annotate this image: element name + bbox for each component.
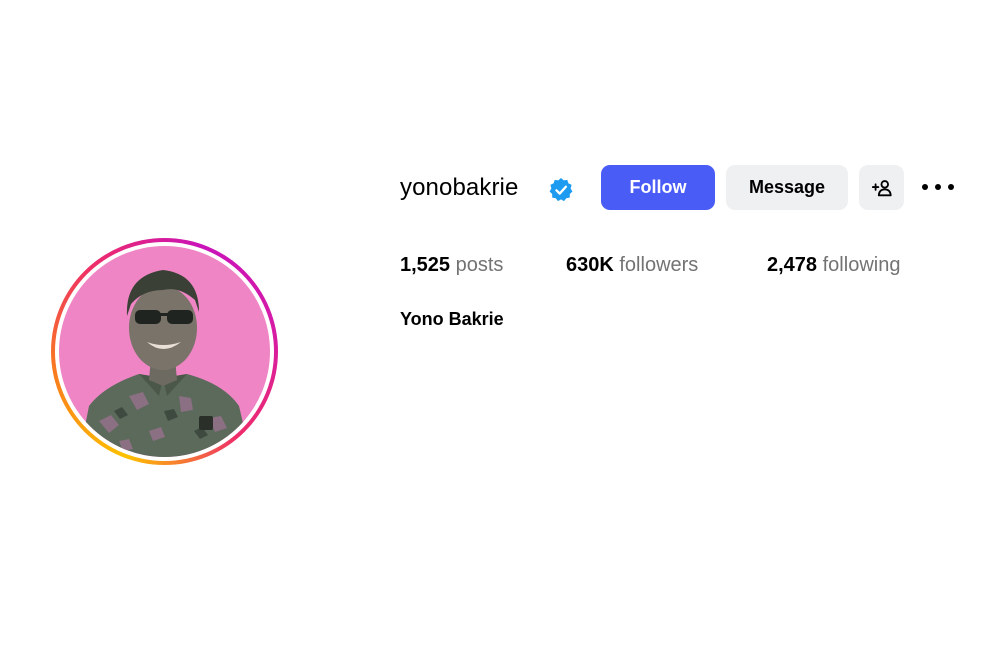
- following-label: following: [822, 254, 901, 276]
- message-button[interactable]: Message: [726, 165, 848, 210]
- following-number: 2,478: [767, 254, 818, 276]
- follow-button[interactable]: Follow: [601, 165, 715, 210]
- followers-number: 630K: [566, 254, 614, 276]
- story-ring[interactable]: [51, 238, 278, 465]
- avatar-photo-image: [79, 270, 251, 457]
- more-dot: [948, 184, 954, 190]
- avatar[interactable]: [59, 246, 270, 457]
- followers-label: followers: [619, 254, 699, 276]
- verified-badge-icon: [549, 177, 573, 202]
- followers-link[interactable]: 630K followers: [566, 252, 698, 278]
- more-dot: [922, 184, 928, 190]
- more-dot: [935, 184, 941, 190]
- username: yonobakrie: [400, 174, 519, 201]
- full-name: Yono Bakrie: [400, 309, 504, 329]
- suggested-accounts-button[interactable]: [859, 165, 904, 210]
- posts-number: 1,525: [400, 254, 451, 276]
- posts-count: 1,525 posts: [400, 252, 503, 278]
- person-add-icon: [871, 179, 892, 196]
- more-options-icon[interactable]: [922, 180, 954, 194]
- posts-label: posts: [455, 254, 504, 276]
- following-link[interactable]: 2,478 following: [767, 252, 900, 278]
